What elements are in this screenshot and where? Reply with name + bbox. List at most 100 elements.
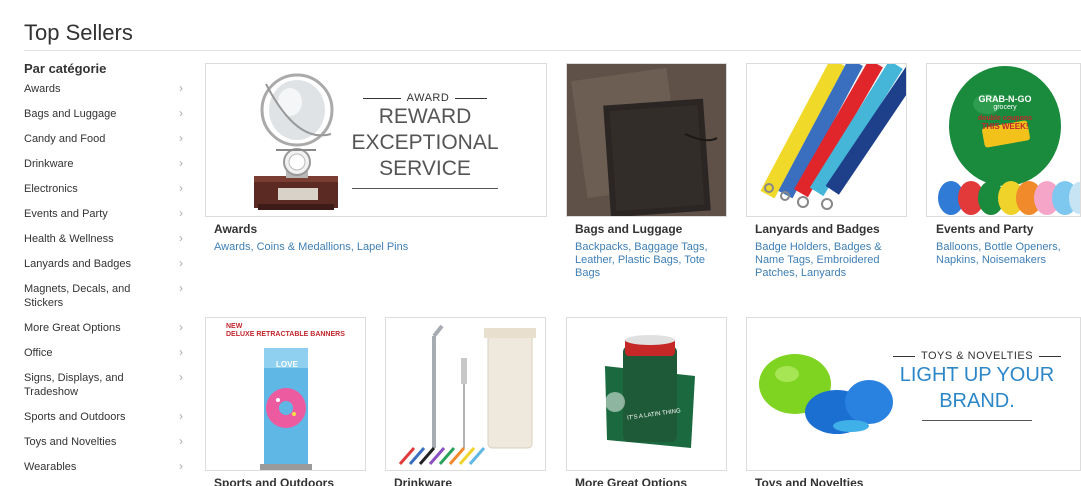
banner-love-text: LOVE [276, 360, 298, 369]
tile-toys-title[interactable]: Toys and Novelties [755, 476, 863, 486]
chevron-right-icon: › [179, 206, 183, 220]
tile-events-image[interactable]: GRAB-N-GO grocery double coupons THIS WE… [926, 63, 1081, 217]
sidebar-item[interactable]: Wearables › [24, 459, 190, 484]
sidebar-item[interactable]: Electronics › [24, 181, 190, 206]
tile-bags-links: Backpacks, Baggage Tags, Leather, Plasti… [575, 241, 723, 280]
sidebar-item[interactable]: Bags and Luggage › [24, 106, 190, 131]
tile-bags-title[interactable]: Bags and Luggage [575, 222, 682, 236]
toys-banner-line2: BRAND. [939, 390, 1015, 412]
balloon-brand: GRAB-N-GO [978, 94, 1032, 104]
toys-banner-rule [922, 420, 1032, 421]
page-title: Top Sellers [24, 20, 133, 45]
category-sidebar: Par catégorie Awards › Bags and Luggage › Ca… [24, 61, 190, 484]
sidebar-item[interactable]: Health & Wellness › [24, 231, 190, 256]
can-koozie-image [605, 335, 695, 448]
dash-right [1039, 355, 1062, 357]
sidebar-item[interactable]: Drinkware › [24, 156, 190, 181]
sidebar-item[interactable]: Sports and Outdoors › [24, 409, 190, 434]
tile-awards-image[interactable]: AWARD REWARD EXCEPTIONAL SERVICE [205, 63, 547, 217]
chevron-right-icon: › [179, 156, 183, 170]
chevron-right-icon: › [179, 231, 183, 245]
tile-sports-title[interactable]: Sports and Outdoors [214, 476, 334, 486]
toys-banner-kicker: TOYS & NOVELTIES [920, 350, 1034, 362]
chevron-right-icon: › [179, 409, 183, 423]
dash-left [362, 97, 401, 99]
sidebar-item[interactable]: More Great Options › [24, 320, 190, 345]
sidebar-item[interactable]: Office › [24, 345, 190, 370]
chevron-right-icon: › [179, 81, 183, 95]
tile-events-title[interactable]: Events and Party [936, 222, 1033, 236]
toys-banner-kicker-row: TOYS & NOVELTIES [885, 350, 1069, 362]
events-links[interactable]: Balloons, Bottle Openers, Napkins, Noise… [936, 241, 1061, 266]
tile-more-title[interactable]: More Great Options [575, 476, 687, 486]
sidebar-item[interactable]: Events and Party › [24, 206, 190, 231]
lanyards-links[interactable]: Badge Holders, Badges & Name Tags, Embro… [755, 241, 882, 279]
tile-awards-links: Awards, Coins & Medallions, Lapel Pins [214, 241, 544, 254]
sidebar-item[interactable]: Signs, Displays, and Tradeshow › [24, 370, 190, 409]
tile-lanyards-title[interactable]: Lanyards and Badges [755, 222, 880, 236]
sidebar-item-label: Events and Party [24, 208, 108, 220]
banner-promo-deluxe: DELUXE RETRACTABLE BANNERS [226, 331, 345, 338]
tile-toys-image[interactable]: TOYS & NOVELTIES LIGHT UP YOUR BRAND. [746, 317, 1081, 471]
lanyards-image [760, 64, 906, 210]
sidebar-item-label: Awards [24, 83, 61, 95]
bags-links[interactable]: Backpacks, Baggage Tags, Leather, Plasti… [575, 241, 708, 279]
sidebar-item-label: Lanyards and Badges [24, 258, 132, 270]
dash-left [892, 355, 915, 357]
sidebar-item-label: Candy and Food [24, 133, 106, 145]
toys-banner-line1: LIGHT UP YOUR [899, 364, 1055, 386]
awards-banner-line2: EXCEPTIONAL [351, 131, 499, 154]
tile-awards-title[interactable]: Awards [214, 222, 257, 236]
sidebar-item-label: Bags and Luggage [24, 108, 117, 120]
tile-bags-image[interactable] [566, 63, 727, 217]
tile-drinkware-title[interactable]: Drinkware [394, 476, 452, 486]
banner-promo-text: NEW DELUXE RETRACTABLE BANNERS [226, 323, 345, 339]
awards-banner-line3: SERVICE [379, 157, 471, 180]
sidebar-item[interactable]: Magnets, Decals, and Stickers › [24, 281, 190, 320]
balloon-coupon: double coupons [977, 115, 1033, 122]
banner-promo-new: NEW [226, 323, 243, 330]
tile-lanyards-image[interactable] [746, 63, 907, 217]
tile-drinkware-image[interactable] [385, 317, 546, 471]
tile-events-links: Balloons, Bottle Openers, Napkins, Noise… [936, 241, 1076, 267]
sidebar-item-label: Office [24, 347, 53, 359]
metal-straws-image [398, 324, 536, 465]
sidebar-item-label: Signs, Displays, and Tradeshow [24, 372, 124, 398]
sidebar-heading: Par catégorie [24, 61, 107, 76]
chevron-right-icon: › [179, 131, 183, 145]
balloons-image [938, 66, 1080, 215]
awards-banner-kicker: AWARD [406, 92, 450, 104]
sidebar-item-label: Toys and Novelties [24, 436, 117, 448]
dash-right [455, 97, 488, 99]
sidebar-item[interactable]: Lanyards and Badges › [24, 256, 190, 281]
tile-more-image[interactable]: IT'S A LATIN THING [566, 317, 727, 471]
sidebar-item-label: Electronics [24, 183, 78, 195]
chevron-right-icon: › [179, 320, 183, 334]
balloon-sub: grocery [993, 104, 1017, 111]
sidebar-item-label: Drinkware [24, 158, 74, 170]
chevron-right-icon: › [179, 459, 183, 473]
retractable-banner-image [260, 348, 312, 470]
awards-banner-line1: REWARD [378, 105, 472, 128]
sidebar-item[interactable]: Toys and Novelties › [24, 434, 190, 459]
chevron-right-icon: › [179, 181, 183, 195]
tile-sports-image[interactable]: NEW DELUXE RETRACTABLE BANNERS LOVE [205, 317, 366, 471]
balloon-week: THIS WEEK! [981, 122, 1029, 131]
awards-banner-text: AWARD REWARD EXCEPTIONAL SERVICE [350, 92, 500, 189]
sidebar-item-label: Sports and Outdoors [24, 411, 126, 423]
sidebar-item[interactable]: Awards › [24, 81, 190, 106]
sidebar-item-label: Health & Wellness [24, 233, 114, 245]
awards-banner-rule [352, 188, 498, 189]
toys-banner-text: TOYS & NOVELTIES LIGHT UP YOUR BRAND. [885, 350, 1069, 421]
awards-links[interactable]: Awards, Coins & Medallions, Lapel Pins [214, 241, 408, 253]
leather-portfolio-image [567, 64, 726, 216]
balloon-brand-text: GRAB-N-GO grocery double coupons THIS WE… [955, 94, 1055, 131]
chevron-right-icon: › [179, 345, 183, 359]
chevron-right-icon: › [179, 256, 183, 270]
sidebar-item[interactable]: Candy and Food › [24, 131, 190, 156]
chevron-right-icon: › [179, 370, 183, 384]
chevron-right-icon: › [179, 434, 183, 448]
awards-banner-kicker-row: AWARD [350, 92, 500, 104]
chevron-right-icon: › [179, 281, 183, 295]
title-divider [24, 50, 1081, 51]
